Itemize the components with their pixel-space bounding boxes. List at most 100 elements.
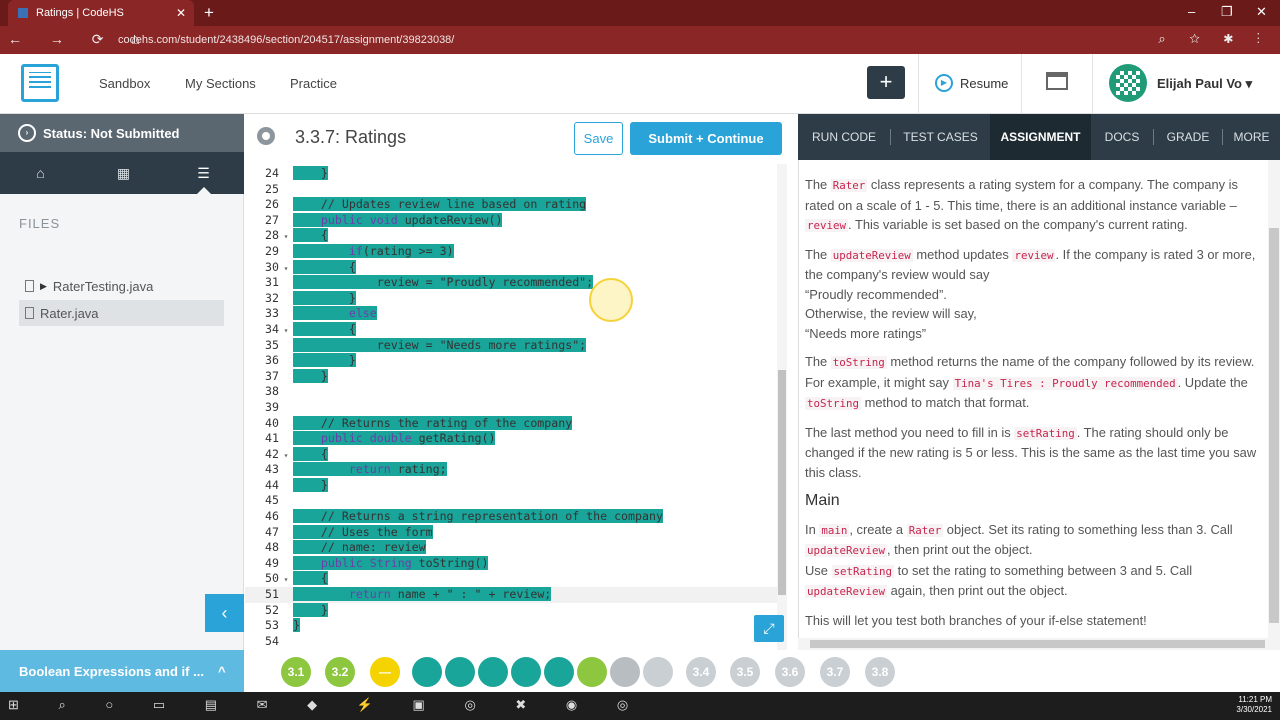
file-item-selected[interactable]: Rater.java [19,300,224,326]
progress-item-3-4[interactable]: 3.4 [686,657,716,687]
progress-item-3-6[interactable]: 3.6 [775,657,805,687]
code-line[interactable]: 31 review = "Proudly recommended"; [245,275,785,291]
progress-activity-icon[interactable] [511,657,541,687]
code-line[interactable]: 42 ▾ { [245,446,785,464]
code-line[interactable]: 46 // Returns a string representation of… [245,509,785,525]
files-tab-icon[interactable]: ☰ [163,152,244,194]
code-line[interactable]: 30 ▾ { [245,259,785,277]
fold-icon[interactable]: ▾ [279,448,293,464]
browser-toolbar-icons[interactable]: ⌕ ☆ ✱ ⋮ [1158,31,1270,47]
tab-docs[interactable]: DOCS [1091,114,1153,160]
code-line[interactable]: 48 // name: review [245,540,785,556]
lesson-selector[interactable]: Boolean Expressions and if ... ^ [0,650,244,692]
code-line[interactable]: 25 [245,182,785,198]
submit-continue-button[interactable]: Submit + Continue [630,122,782,155]
code-line[interactable]: 50 ▾ { [245,571,785,587]
codehs-favicon-icon [18,8,28,18]
fold-icon[interactable]: ▾ [279,229,293,245]
code-line[interactable]: 34 ▾ { [245,321,785,339]
minimize-button[interactable]: – [1188,4,1195,19]
avatar[interactable] [1109,64,1147,102]
editor-scrollbar-thumb[interactable] [778,370,786,595]
code-line[interactable]: 28 ▾ { [245,228,785,244]
code-line[interactable]: 51 return name + " : " + review; [245,587,785,603]
progress-item-3-5[interactable]: 3.5 [730,657,760,687]
assignment-scrollbar-thumb[interactable] [1269,228,1279,623]
fold-icon[interactable]: ▾ [279,261,293,277]
nav-sandbox[interactable]: Sandbox [99,76,150,91]
code-line[interactable]: 52 } [245,602,785,619]
code-line[interactable]: 43 return rating; [245,462,785,478]
new-tab-button[interactable]: + [204,3,214,23]
horizontal-scrollbar-thumb[interactable] [810,640,1265,648]
url-field[interactable]: codehs.com/student/2438496/section/20451… [118,34,454,46]
collapse-sidebar-button[interactable]: ‹ [205,594,244,632]
tab-assignment[interactable]: ASSIGNMENT [990,114,1091,160]
code-line[interactable]: 44 } [245,477,785,494]
code-line[interactable]: 54 [245,634,785,650]
map-tab-icon[interactable]: ⌂ [0,152,81,194]
expand-icon[interactable]: ⤢ [754,615,784,642]
fold-icon[interactable]: ▾ [279,323,293,339]
create-button[interactable]: + [867,66,905,99]
line-number: 49 [265,555,279,570]
code-line[interactable]: 49 public String toString() [245,555,785,572]
window-close-button[interactable]: ✕ [1256,4,1267,20]
progress-item-3-7[interactable]: 3.7 [820,657,850,687]
progress-activity-icon[interactable] [577,657,607,687]
progress-activity-icon[interactable] [643,657,673,687]
progress-item-3-2[interactable]: 3.2 [325,657,355,687]
user-menu[interactable]: Elijah Paul Vo ▾ [1157,76,1252,92]
progress-activity-icon[interactable] [610,657,640,687]
fold-icon[interactable]: ▾ [279,572,293,588]
code-line[interactable]: 53} [245,618,785,634]
progress-activity-icon[interactable] [412,657,442,687]
code-line[interactable]: 39 [245,400,785,416]
browser-tab[interactable]: Ratings | CodeHS ✕ [8,0,194,26]
code-line[interactable]: 24 } [245,166,785,182]
code-line[interactable]: 45 [245,493,785,509]
code-line[interactable]: 33 else [245,306,785,322]
code-line[interactable]: 27 public void updateReview() [245,212,785,229]
code-line[interactable]: 38 [245,384,785,400]
file-item[interactable]: ▶ RaterTesting.java [19,273,224,299]
code-line[interactable]: 26 // Updates review line based on ratin… [245,197,785,213]
code-lines[interactable]: 24 } 25 26 // Updates review line based on… [245,166,785,649]
code-line[interactable]: 47 // Uses the form [245,524,785,541]
code-line[interactable]: 36 } [245,353,785,369]
tab-run-code[interactable]: RUN CODE [798,114,890,160]
progress-activity-icon[interactable] [478,657,508,687]
progress-item-3-8[interactable]: 3.8 [865,657,895,687]
progress-item-3-1[interactable]: 3.1 [281,657,311,687]
code-text: } [293,618,300,633]
header-divider [1021,54,1022,114]
chevron-down-icon: ▾ [1245,76,1253,91]
code-line[interactable]: 32 } [245,290,785,307]
progress-activity-icon[interactable] [544,657,574,687]
save-button[interactable]: Save [574,122,623,155]
codehs-logo-icon[interactable] [21,64,59,102]
assignment-title: 3.3.7: Ratings [295,127,407,147]
resume-button[interactable]: Resume [960,76,1008,91]
window-icon[interactable] [1046,72,1068,90]
nav-practice[interactable]: Practice [290,76,337,91]
tab-test-cases[interactable]: TEST CASES [891,114,990,160]
taskbar-icons[interactable]: ⊞ ⌕ ○ ▭ ▤ ✉ ◆ ⚡ ▣ ◎ ✖ ◉ ◎ [8,697,646,713]
code-line[interactable]: 40 // Returns the rating of the company [245,415,785,432]
code-line[interactable]: 35 review = "Needs more ratings"; [245,337,785,354]
progress-item-—[interactable]: — [370,657,400,687]
code-line[interactable]: 41 public double getRating() [245,431,785,447]
calendar-tab-icon[interactable]: ▦ [83,152,164,194]
code-line[interactable]: 29 if(rating >= 3) [245,243,785,260]
tab-grade[interactable]: GRADE [1154,114,1222,160]
tab-more[interactable]: MORE [1223,114,1280,160]
nav-my-sections[interactable]: My Sections [185,76,256,91]
code-line[interactable]: 37 } [245,368,785,385]
line-number: 40 [265,415,279,430]
progress-activity-icon[interactable] [445,657,475,687]
status-bar[interactable]: › Status: Not Submitted [0,114,244,152]
tab-close-icon[interactable]: ✕ [176,6,186,20]
play-icon[interactable]: ▶ [935,74,953,92]
restore-button[interactable]: ❐ [1221,4,1233,20]
gear-icon[interactable] [257,127,275,145]
